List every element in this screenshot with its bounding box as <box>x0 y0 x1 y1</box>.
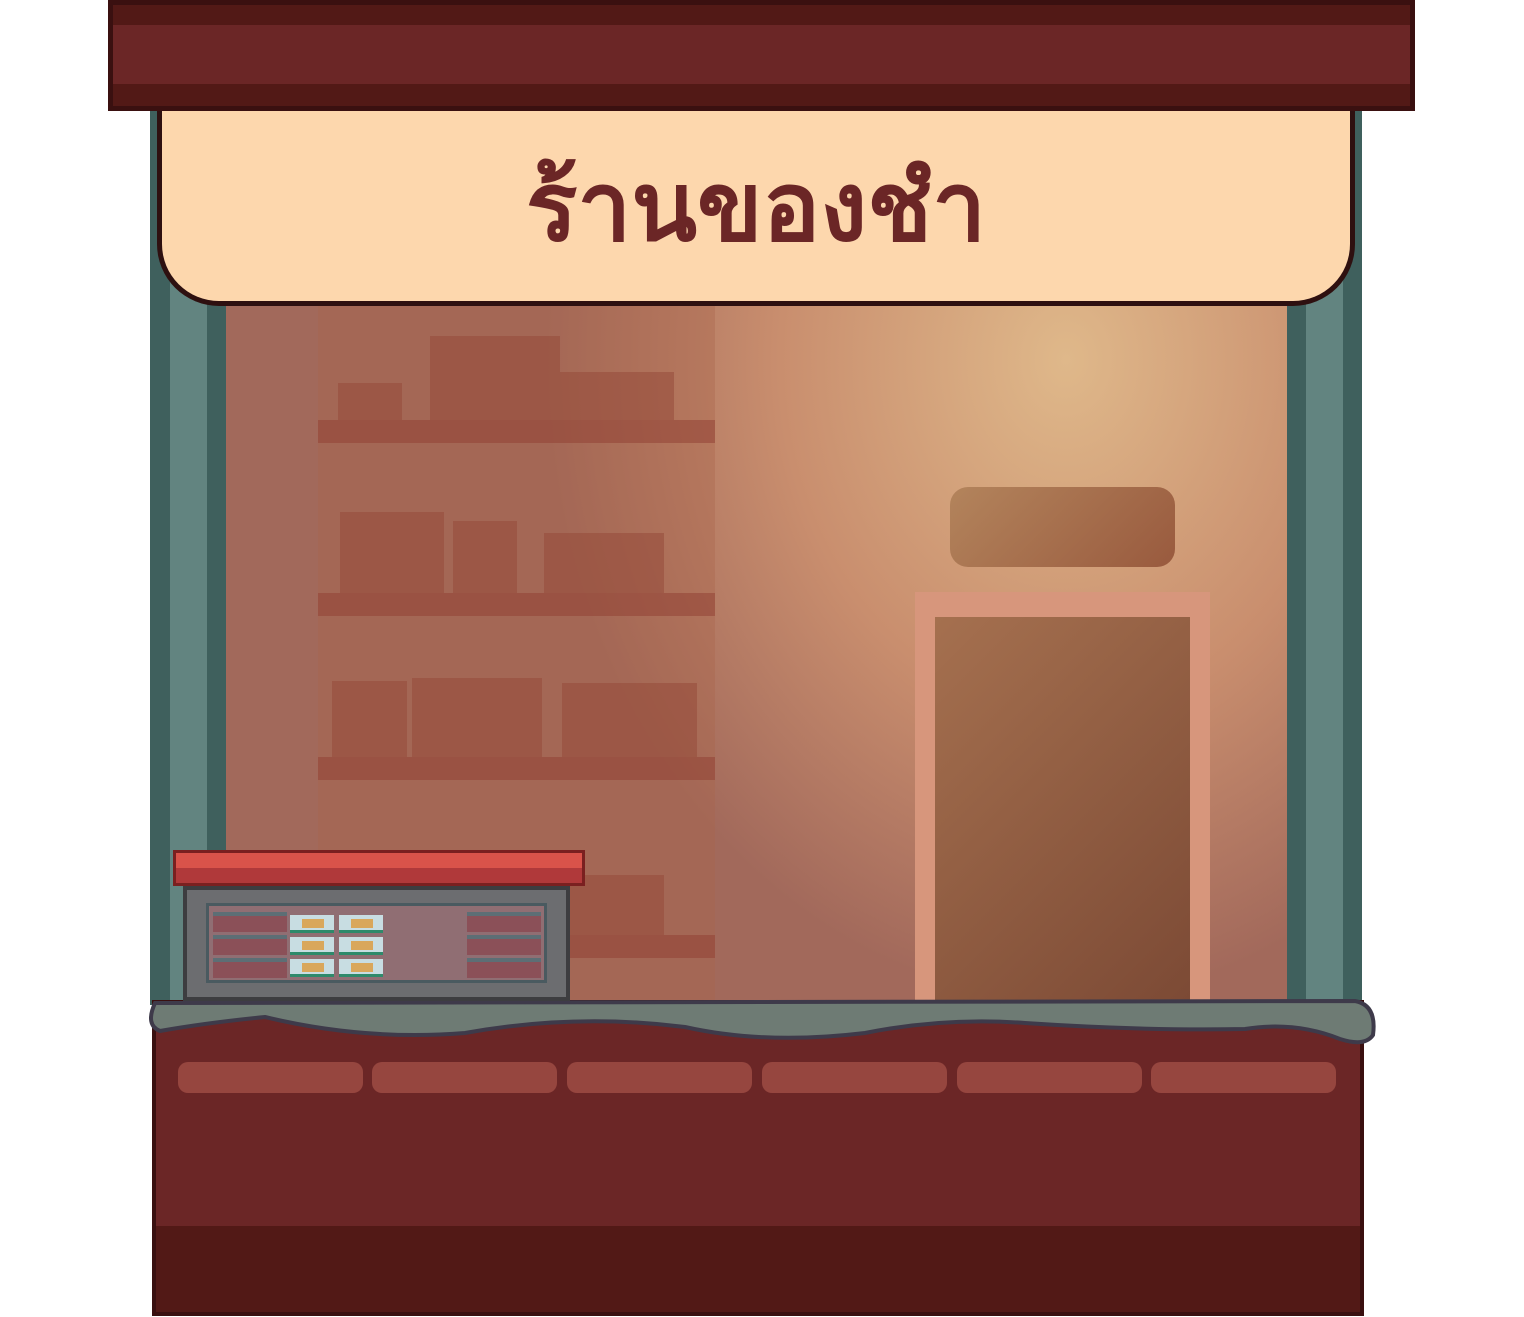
tray <box>467 935 541 955</box>
snack-box <box>290 959 334 977</box>
snack-box <box>339 915 383 933</box>
shelf-goods <box>338 383 402 420</box>
shelf-goods <box>332 681 407 757</box>
counter-panel <box>372 1062 557 1093</box>
back-door[interactable] <box>935 617 1190 1002</box>
shelf-goods <box>453 521 517 593</box>
snack-box <box>290 915 334 933</box>
door-sign-plate <box>950 487 1175 567</box>
shelf-goods <box>430 336 560 420</box>
shelf <box>318 757 715 780</box>
shelf <box>318 593 715 616</box>
tray <box>213 935 287 955</box>
counter-panel <box>1151 1062 1336 1093</box>
shop-name: ร้านของชำ <box>525 150 987 263</box>
counter-panel <box>957 1062 1142 1093</box>
tray <box>213 912 287 932</box>
shelf-goods <box>560 372 674 420</box>
tray <box>467 958 541 978</box>
snack-box <box>339 959 383 977</box>
counter-cloth <box>149 998 1376 1045</box>
bottles <box>340 512 444 593</box>
shelf <box>318 420 715 443</box>
counter-panel <box>762 1062 947 1093</box>
snack-box <box>339 937 383 955</box>
shelf-goods <box>412 678 542 757</box>
shop-sign: ร้านของชำ <box>157 100 1355 306</box>
roof-beam <box>108 0 1415 111</box>
display-case-lid <box>173 850 585 886</box>
counter-panel <box>567 1062 752 1093</box>
tray <box>213 958 287 978</box>
shelf-goods <box>544 533 664 593</box>
tray <box>467 912 541 932</box>
shelf-goods <box>562 683 697 757</box>
counter-panel <box>178 1062 363 1093</box>
snack-box <box>290 937 334 955</box>
